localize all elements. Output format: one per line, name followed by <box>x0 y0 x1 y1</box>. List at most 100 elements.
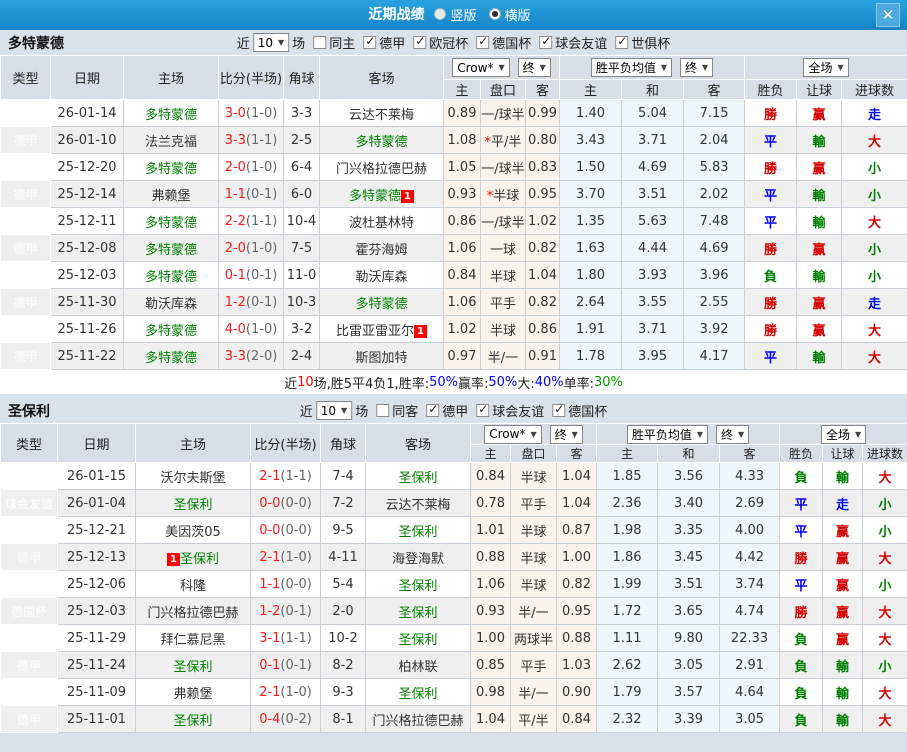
horizontal-layout-label[interactable]: 横版 <box>505 5 531 24</box>
team-name: 勒沃库森 <box>355 269 408 285</box>
avg-home-cell: 1.85 <box>596 462 659 490</box>
goals-result-cell: 小 <box>841 261 907 289</box>
avg-odds-select[interactable]: 胜平负均值 ▼ <box>626 424 709 444</box>
corners-cell: 2-5 <box>283 126 320 154</box>
corners-cell: 10-3 <box>283 288 320 316</box>
layout-radio-group: 竖版 横版 <box>434 5 538 24</box>
crow-home-odds-cell: 1.06 <box>443 234 481 262</box>
league-label[interactable]: 德国杯 <box>568 401 607 420</box>
result-group-header: 全场 ▼ <box>744 55 907 80</box>
score-cell: 2-0(1-0) <box>218 234 284 262</box>
corners-cell: 2-4 <box>283 342 320 370</box>
match-count-select[interactable]: 10 ▼ <box>315 401 353 420</box>
matches-table-stpauli: 类型 日期 主场 比分(半场) 角球 客场 Crow* ▼ 终 ▼ 胜平负均值 ▼ 终… <box>0 423 907 733</box>
horizontal-layout-radio[interactable] <box>488 8 501 20</box>
match-row: 德甲 25-11-24 圣保利 0-1(0-1) 8-2 柏林联 0.85 平手 1.03 2.6… <box>0 651 907 679</box>
league-label[interactable]: 世俱杯 <box>631 33 670 52</box>
col-wdl: 胜负 <box>779 444 824 463</box>
score-cell: 0-1(0-1) <box>250 651 321 679</box>
bookmaker-select[interactable]: Crow* ▼ <box>452 58 510 77</box>
corners-cell: 10-4 <box>283 207 320 235</box>
match-row: 德甲 26-01-10 法兰克福 3-3(1-1) 2-5 多特蒙德 1.08 *平/半 0.8… <box>0 126 907 154</box>
odds-stage-select[interactable]: 终 ▼ <box>549 424 583 444</box>
corners-cell: 10-2 <box>320 624 366 652</box>
competition-type-cell: 德国杯 <box>0 261 51 289</box>
wdl-result-cell: 勝 <box>779 543 824 571</box>
same-venue-label[interactable]: 同主 <box>329 33 355 52</box>
match-count-select[interactable]: 10 ▼ <box>252 33 290 52</box>
league-label[interactable]: 球会友谊 <box>555 33 607 52</box>
competition-type-cell: 德甲 <box>0 570 58 598</box>
same-venue-checkbox[interactable] <box>313 36 327 49</box>
bookmaker-select[interactable]: Crow* ▼ <box>484 424 542 444</box>
date-cell: 25-12-08 <box>50 234 124 262</box>
corners-cell: 8-1 <box>320 705 366 733</box>
goals-result-cell: 大 <box>862 678 907 706</box>
league-label[interactable]: 德甲 <box>442 401 468 420</box>
handicap-cell: 半/一 <box>480 342 526 370</box>
chevron-down-icon: ▼ <box>660 63 668 72</box>
league-checkbox[interactable] <box>426 402 440 417</box>
close-button[interactable]: ✕ <box>876 3 900 27</box>
team-name: 圣保利 <box>398 470 438 486</box>
crow-home-odds-cell: 0.88 <box>470 543 511 571</box>
score-cell: 1-1(0-0) <box>250 570 321 598</box>
match-row: 德甲 25-11-09 弗赖堡 2-1(1-0) 9-3 圣保利 0.98 半/一 0.90 1.… <box>0 678 907 706</box>
league-checkbox[interactable] <box>615 34 629 49</box>
league-checkbox[interactable] <box>413 34 427 49</box>
league-checkbox[interactable] <box>476 34 490 49</box>
team-name: 门兴格拉德巴赫 <box>372 713 464 729</box>
team-name: 法兰克福 <box>144 134 197 150</box>
crow-away-odds-cell: 0.99 <box>524 99 561 127</box>
avg-stage-select[interactable]: 终 ▼ <box>680 58 714 77</box>
goals-result-cell: 小 <box>862 516 907 544</box>
handicap-cell: 半球 <box>480 315 526 343</box>
wdl-result-cell: 負 <box>779 462 824 490</box>
team-name: 圣保利 <box>398 524 438 540</box>
team-name: 弗赖堡 <box>173 686 213 702</box>
away-team-cell: 柏林联 <box>365 651 471 679</box>
away-team-cell: 比雷亚雷亚尔 1 <box>319 315 444 343</box>
col-odds-home: 主 <box>443 79 481 100</box>
handicap-cell: 半球 <box>510 570 557 598</box>
vertical-layout-label[interactable]: 竖版 <box>450 5 476 24</box>
corners-cell: 9-3 <box>320 678 366 706</box>
crow-away-odds-cell: 1.00 <box>555 543 598 571</box>
period-select[interactable]: 全场 ▼ <box>803 58 849 77</box>
league-label[interactable]: 球会友谊 <box>492 401 544 420</box>
score-cell: 2-1(1-0) <box>250 678 321 706</box>
avg-stage-select[interactable]: 终 ▼ <box>716 424 750 444</box>
league-checkbox[interactable] <box>539 34 553 49</box>
odds-stage-select[interactable]: 终 ▼ <box>517 58 551 77</box>
crow-away-odds-cell: 1.04 <box>555 489 598 517</box>
match-row: 球会友谊 26-01-04 圣保利 0-0(0-0) 7-2 云达不莱梅 0.78 平手 1.0… <box>0 489 907 517</box>
avg-odds-select[interactable]: 胜平负均值 ▼ <box>590 58 673 77</box>
crow-away-odds-cell: 0.82 <box>524 234 561 262</box>
league-label[interactable]: 德甲 <box>379 33 405 52</box>
handicap-result-cell: 赢 <box>796 153 843 181</box>
col-away: 客场 <box>365 423 471 463</box>
score-cell: 1-1(0-1) <box>218 180 284 208</box>
league-checkbox[interactable] <box>552 402 566 417</box>
period-select[interactable]: 全场 ▼ <box>820 424 867 444</box>
handicap-cell: 半球 <box>510 462 557 490</box>
date-cell: 25-11-26 <box>50 315 124 343</box>
league-checkbox[interactable] <box>476 402 490 417</box>
home-team-cell: 弗赖堡 <box>123 180 219 208</box>
crow-away-odds-cell: 0.83 <box>524 153 561 181</box>
league-checkbox[interactable] <box>363 34 377 49</box>
corners-cell: 7-4 <box>320 462 366 490</box>
crow-home-odds-cell: 0.98 <box>470 678 511 706</box>
crow-away-odds-cell: 0.84 <box>555 705 598 733</box>
wdl-result-cell: 平 <box>779 570 824 598</box>
team-name: 门兴格拉德巴赫 <box>147 605 239 621</box>
team-name: 勒沃库森 <box>144 296 197 312</box>
avg-home-cell: 1.99 <box>596 570 659 598</box>
league-label[interactable]: 德国杯 <box>492 33 531 52</box>
matches-label: 场 <box>292 37 306 52</box>
vertical-layout-radio[interactable] <box>434 8 447 20</box>
same-venue-checkbox[interactable] <box>376 404 390 417</box>
crow-home-odds-cell: 1.04 <box>470 705 511 733</box>
league-label[interactable]: 欧冠杯 <box>429 33 468 52</box>
same-venue-label[interactable]: 同客 <box>392 401 418 420</box>
